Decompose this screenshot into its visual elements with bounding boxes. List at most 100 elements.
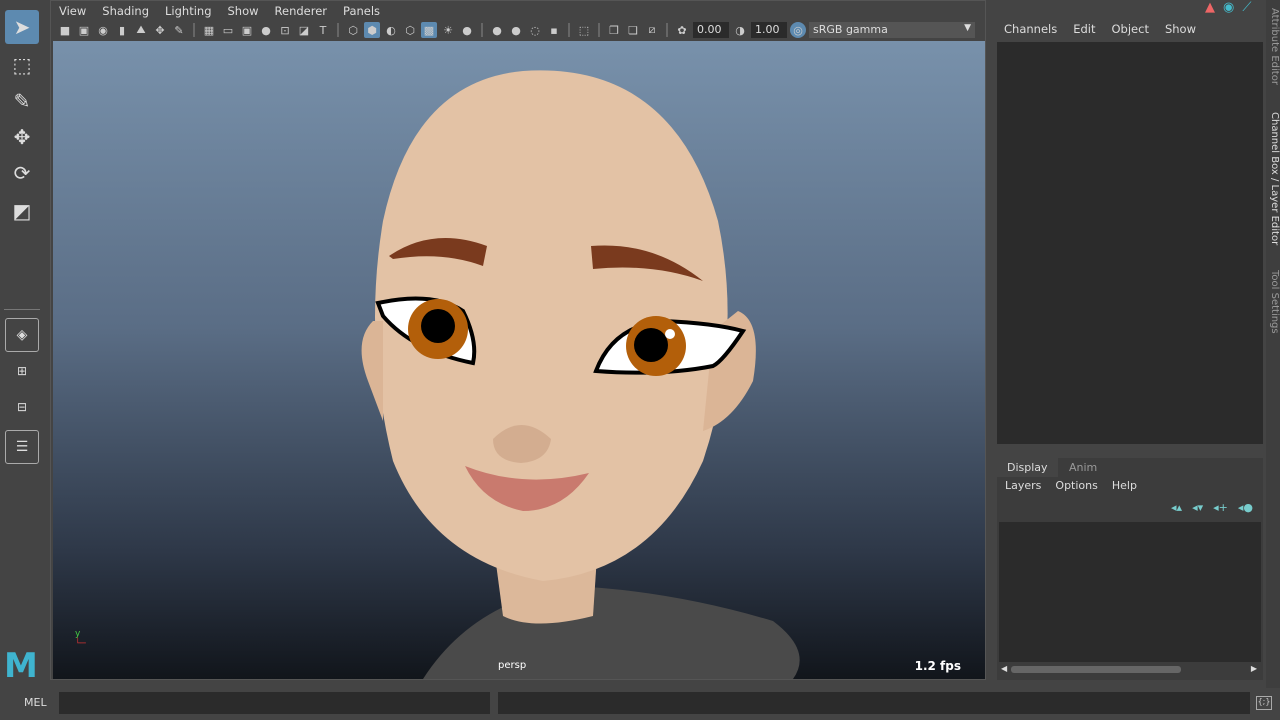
tab-display[interactable]: Display (997, 458, 1058, 477)
resolution-gate-icon[interactable]: ▣ (239, 22, 255, 38)
color-space-dropdown[interactable]: sRGB gamma ▼ (809, 22, 975, 38)
outliner-layout-icon[interactable]: ☰ (5, 430, 39, 464)
lasso-tool-icon[interactable]: ⬚ (5, 48, 39, 82)
gamma-field[interactable]: 1.00 (751, 22, 787, 38)
shadows-icon[interactable]: ● (459, 22, 475, 38)
paint-select-tool-icon[interactable]: ✎ (5, 84, 39, 118)
color-space-value: sRGB gamma (813, 23, 888, 36)
command-input[interactable] (59, 692, 490, 714)
menu-channels[interactable]: Channels (996, 22, 1065, 36)
menu-show[interactable]: Show (220, 1, 267, 19)
two-view-layout-icon[interactable]: ⊟ (5, 390, 39, 424)
four-view-layout-icon[interactable]: ⊞ (5, 354, 39, 388)
channel-box[interactable] (997, 42, 1263, 444)
modeling-toolkit-icon[interactable]: ▲ (1205, 0, 1215, 15)
menu-layers[interactable]: Layers (1005, 479, 1041, 492)
menu-shading[interactable]: Shading (94, 1, 157, 19)
separator (568, 23, 570, 37)
depth-of-field-icon[interactable]: ▪ (546, 22, 562, 38)
tab-anim[interactable]: Anim (1059, 458, 1107, 477)
safe-title-icon[interactable]: T (315, 22, 331, 38)
lights-icon[interactable]: ☀ (440, 22, 456, 38)
grid-icon[interactable]: ▦ (201, 22, 217, 38)
tab-attribute-editor[interactable]: Attribute Editor (1266, 8, 1280, 85)
channel-box-menu: Channels Edit Object Show (996, 22, 1204, 36)
motion-blur-icon[interactable]: ● (508, 22, 524, 38)
tab-channel-box[interactable]: Channel Box / Layer Editor (1266, 112, 1280, 245)
script-editor-icon[interactable]: {;} (1256, 696, 1272, 710)
camera-icon[interactable]: ■ (57, 22, 73, 38)
layer-buttons: ◂▴ ◂▾ ◂+ ◂● (1171, 501, 1253, 514)
textured-icon[interactable]: ⬡ (402, 22, 418, 38)
menu-renderer[interactable]: Renderer (267, 1, 336, 19)
wireframe-on-shaded-icon[interactable]: ◐ (383, 22, 399, 38)
left-ear (361, 321, 383, 421)
command-line: MEL {;} (0, 688, 1280, 720)
menu-show[interactable]: Show (1157, 22, 1204, 36)
bookmark-icon[interactable]: ▮ (114, 22, 130, 38)
image-plane-icon[interactable]: ⛰ (133, 22, 149, 38)
human-ik-icon[interactable]: ◉ (1223, 0, 1234, 15)
smooth-shade-icon[interactable]: ⬢ (364, 22, 380, 38)
safe-action-icon[interactable]: ◪ (296, 22, 312, 38)
menu-help[interactable]: Help (1112, 479, 1137, 492)
right-panel: ▲ ◉ ⟋ Channels Edit Object Show Display … (990, 0, 1280, 688)
isolate-select-icon[interactable]: ⬚ (576, 22, 592, 38)
xray-icon[interactable]: ▩ (421, 22, 437, 38)
camera-attributes-icon[interactable]: ◉ (95, 22, 111, 38)
separator (193, 23, 195, 37)
exposure-field[interactable]: 0.00 (693, 22, 729, 38)
divider (4, 309, 40, 310)
layer-list[interactable] (999, 522, 1261, 662)
menu-panels[interactable]: Panels (335, 1, 388, 19)
fps-counter: 1.2 fps (914, 659, 961, 673)
character-model (361, 70, 800, 679)
layer-editor: Display Anim Layers Options Help ◂▴ ◂▾ ◂… (997, 458, 1263, 680)
lock-camera-icon[interactable]: ▣ (76, 22, 92, 38)
separator (481, 23, 483, 37)
tab-tool-settings[interactable]: Tool Settings (1266, 270, 1280, 334)
left-pupil (421, 309, 455, 343)
menu-object[interactable]: Object (1104, 22, 1157, 36)
move-layer-up-icon[interactable]: ◂▴ (1171, 501, 1182, 514)
viewport-panel: View Shading Lighting Show Renderer Pane… (50, 0, 986, 680)
menu-lighting[interactable]: Lighting (157, 1, 219, 19)
field-chart-icon[interactable]: ⊡ (277, 22, 293, 38)
exposure-icon[interactable]: ✿ (674, 22, 690, 38)
axis-indicator-icon: y └─ (75, 629, 86, 649)
new-layer-icon[interactable]: ◂+ (1213, 501, 1228, 514)
menu-options[interactable]: Options (1055, 479, 1097, 492)
menu-view[interactable]: View (51, 1, 94, 19)
xray-active-icon[interactable]: ❏ (625, 22, 641, 38)
camera-name: persp (498, 660, 527, 671)
two-d-pan-icon[interactable]: ✥ (152, 22, 168, 38)
film-gate-icon[interactable]: ▭ (220, 22, 236, 38)
backface-icon[interactable]: ⧄ (644, 22, 660, 38)
viewport-menubar: View Shading Lighting Show Renderer Pane… (51, 1, 388, 19)
screen-space-ao-icon[interactable]: ● (489, 22, 505, 38)
show-attribute-icon[interactable]: ⟋ (1242, 0, 1251, 15)
shirt (423, 586, 800, 679)
grease-pencil-icon[interactable]: ✎ (171, 22, 187, 38)
mel-label[interactable]: MEL (24, 696, 47, 709)
xray-joints-icon[interactable]: ❐ (606, 22, 622, 38)
command-result (498, 692, 1250, 714)
layer-menu: Layers Options Help (1005, 479, 1137, 492)
color-management-icon[interactable]: ◎ (790, 22, 806, 38)
move-layer-down-icon[interactable]: ◂▾ (1192, 501, 1203, 514)
select-tool-icon[interactable]: ➤ (5, 10, 39, 44)
anti-aliasing-icon[interactable]: ◌ (527, 22, 543, 38)
horizontal-scrollbar[interactable]: ◀ ▶ (1001, 664, 1257, 674)
viewport-toolbar: ■ ▣ ◉ ▮ ⛰ ✥ ✎ ▦ ▭ ▣ ● ⊡ ◪ T ⬡ ⬢ ◐ ⬡ ▩ ☀ … (57, 20, 983, 40)
gate-mask-icon[interactable]: ● (258, 22, 274, 38)
menu-edit[interactable]: Edit (1065, 22, 1103, 36)
move-tool-icon[interactable]: ✥ (5, 120, 39, 154)
wireframe-icon[interactable]: ⬡ (345, 22, 361, 38)
viewport-scene[interactable]: y └─ persp 1.2 fps (53, 41, 985, 679)
scale-tool-icon[interactable]: ◩ (5, 194, 39, 228)
new-layer-selected-icon[interactable]: ◂● (1238, 501, 1253, 514)
gamma-icon[interactable]: ◑ (732, 22, 748, 38)
rotate-tool-icon[interactable]: ⟳ (5, 156, 39, 190)
single-view-layout-icon[interactable]: ◈ (5, 318, 39, 352)
right-highlight (665, 329, 675, 339)
